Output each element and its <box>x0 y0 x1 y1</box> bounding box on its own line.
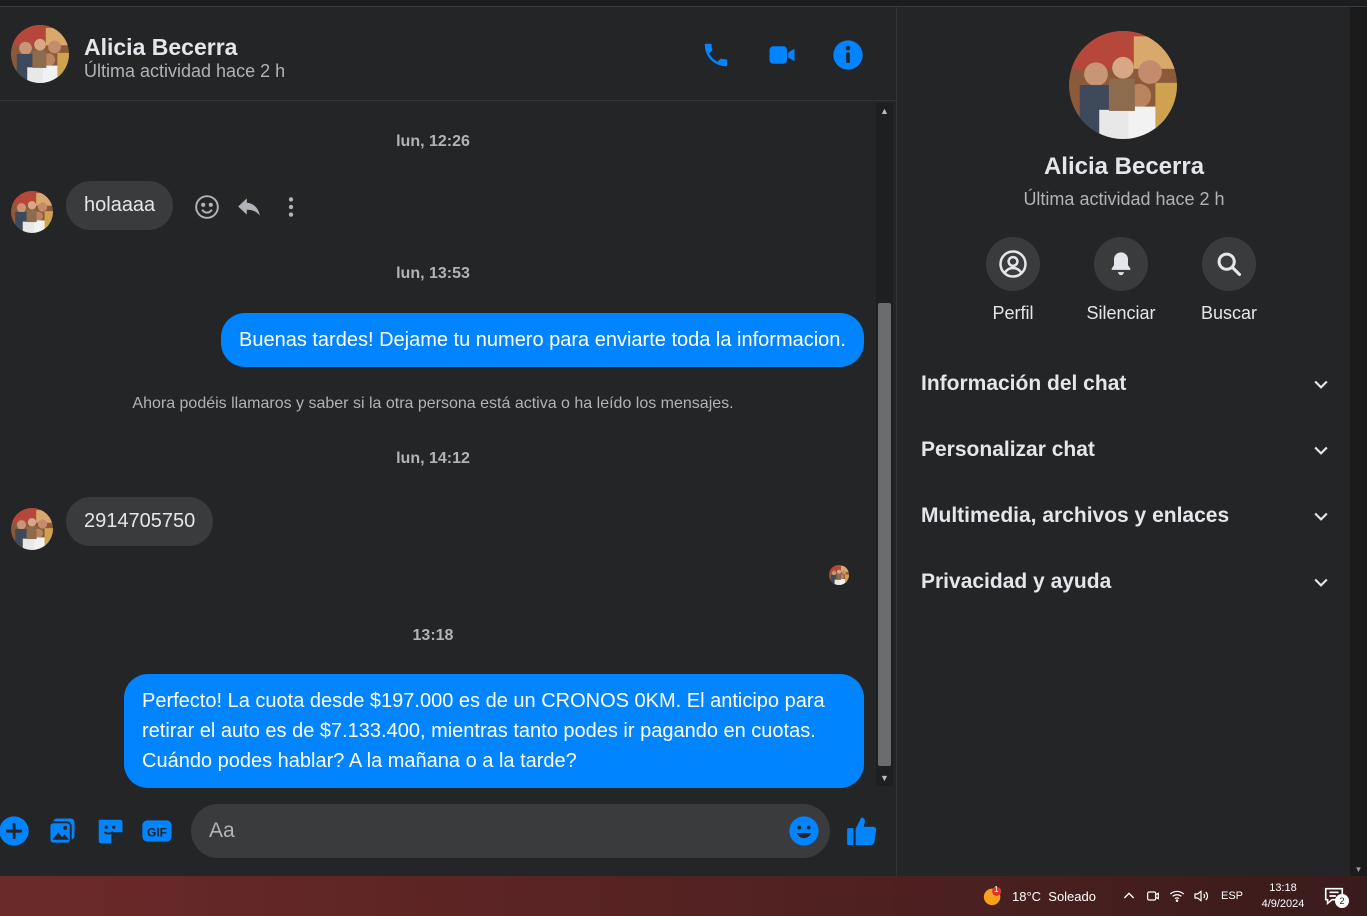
chat-pane: Alicia Becerra Última actividad hace 2 h… <box>0 7 896 876</box>
react-emoji-icon[interactable] <box>192 192 222 222</box>
section-media-files-links[interactable]: Multimedia, archivos y enlaces <box>921 494 1331 538</box>
conversation-info-pane: Alicia Becerra Última actividad hace 2 h… <box>896 7 1350 876</box>
incoming-message[interactable]: 2914705750 <box>66 497 214 546</box>
messenger-app: Alicia Becerra Última actividad hace 2 h… <box>0 0 1367 876</box>
mute-button[interactable]: Silenciar <box>1073 237 1169 324</box>
timestamp: 13:18 <box>412 627 454 644</box>
info-contact-name: Alicia Becerra <box>1043 153 1205 180</box>
volume-icon[interactable] <box>1192 876 1210 916</box>
language-indicator[interactable]: ESP <box>1221 876 1243 916</box>
chevron-down-icon <box>1314 380 1328 389</box>
section-customize-chat[interactable]: Personalizar chat <box>921 428 1331 472</box>
outgoing-message[interactable]: Perfecto! La cuota desde $197.000 es de … <box>124 674 864 788</box>
clock-time: 13:18 <box>1269 882 1297 894</box>
section-chat-info[interactable]: Información del chat <box>921 362 1331 406</box>
section-title: Privacidad y ayuda <box>921 570 1112 593</box>
chevron-down-icon <box>1314 578 1328 587</box>
like-thumbs-up-icon[interactable] <box>845 814 879 848</box>
meet-now-icon[interactable] <box>1145 876 1161 916</box>
message-avatar[interactable] <box>11 508 53 550</box>
chevron-down-icon <box>1314 446 1328 455</box>
message-input[interactable] <box>209 804 769 858</box>
search-icon <box>1202 237 1256 291</box>
wifi-icon[interactable] <box>1168 876 1186 916</box>
contact-status: Última actividad hace 2 h <box>84 61 286 81</box>
scroll-up-arrow-icon[interactable]: ▲ <box>876 103 893 119</box>
incoming-message[interactable]: holaaaa <box>66 181 174 230</box>
notification-count-badge: 2 <box>1335 894 1349 908</box>
info-contact-status: Última actividad hace 2 h <box>1023 189 1225 209</box>
gif-icon[interactable]: GIF <box>140 814 174 848</box>
show-hidden-icons-chevron-up-icon[interactable] <box>1121 876 1137 916</box>
message-avatar[interactable] <box>11 191 53 233</box>
chat-header: Alicia Becerra Última actividad hace 2 h <box>0 7 896 101</box>
window-scroll-down-arrow-icon[interactable]: ▼ <box>1350 865 1367 874</box>
phone-icon[interactable] <box>698 37 734 73</box>
photo-gallery-icon[interactable] <box>45 814 79 848</box>
weather-widget[interactable]: 1 18°C Soleado <box>982 876 1096 916</box>
svg-text:GIF: GIF <box>147 826 167 840</box>
contact-name[interactable]: Alicia Becerra <box>84 34 237 61</box>
search-label: Buscar <box>1200 303 1258 323</box>
emoji-icon[interactable] <box>788 815 820 847</box>
message-composer[interactable] <box>191 804 830 858</box>
timestamp: lun, 12:26 <box>396 133 470 150</box>
add-more-icon[interactable] <box>0 814 31 848</box>
contact-avatar[interactable] <box>11 25 69 83</box>
profile-button[interactable]: Perfil <box>965 237 1061 324</box>
weather-badge: 1 <box>994 885 999 894</box>
section-privacy-help[interactable]: Privacidad y ayuda <box>921 560 1331 604</box>
window-top-edge <box>0 0 1367 7</box>
read-receipt-avatar <box>829 565 849 585</box>
info-icon[interactable] <box>830 37 866 73</box>
reply-icon[interactable] <box>234 192 264 222</box>
more-options-icon[interactable] <box>276 192 306 222</box>
window-scrollbar[interactable]: ▼ <box>1350 7 1367 876</box>
clock-date: 4/9/2024 <box>1261 898 1305 910</box>
timestamp: lun, 14:12 <box>396 450 470 467</box>
sun-icon <box>983 886 1002 906</box>
section-title: Personalizar chat <box>921 438 1095 461</box>
bell-icon <box>1094 237 1148 291</box>
call-availability-notice: Ahora podéis llamaros y saber si la otra… <box>132 395 734 412</box>
scroll-down-arrow-icon[interactable]: ▼ <box>876 770 893 786</box>
sticker-icon[interactable] <box>93 814 127 848</box>
clock[interactable]: 13:18 4/9/2024 <box>1254 876 1312 916</box>
mute-label: Silenciar <box>1086 303 1156 323</box>
scroll-thumb[interactable] <box>878 303 891 766</box>
windows-taskbar: 1 18°C Soleado ESP 13:18 4/9/2024 2 <box>0 876 1367 916</box>
profile-label: Perfil <box>992 303 1034 323</box>
profile-icon <box>986 237 1040 291</box>
info-avatar[interactable] <box>1069 31 1177 139</box>
outgoing-message[interactable]: Buenas tardes! Dejame tu numero para env… <box>220 313 864 367</box>
messages-scrollbar[interactable]: ▲ ▼ <box>876 103 893 786</box>
notifications-icon[interactable]: 2 <box>1323 876 1349 916</box>
search-button[interactable]: Buscar <box>1181 237 1277 324</box>
section-title: Multimedia, archivos y enlaces <box>921 504 1230 527</box>
section-title: Información del chat <box>921 372 1127 395</box>
chevron-down-icon <box>1314 512 1328 521</box>
weather-text: 18°C Soleado <box>1012 888 1096 904</box>
timestamp: lun, 13:53 <box>396 265 470 282</box>
video-icon[interactable] <box>764 37 800 73</box>
